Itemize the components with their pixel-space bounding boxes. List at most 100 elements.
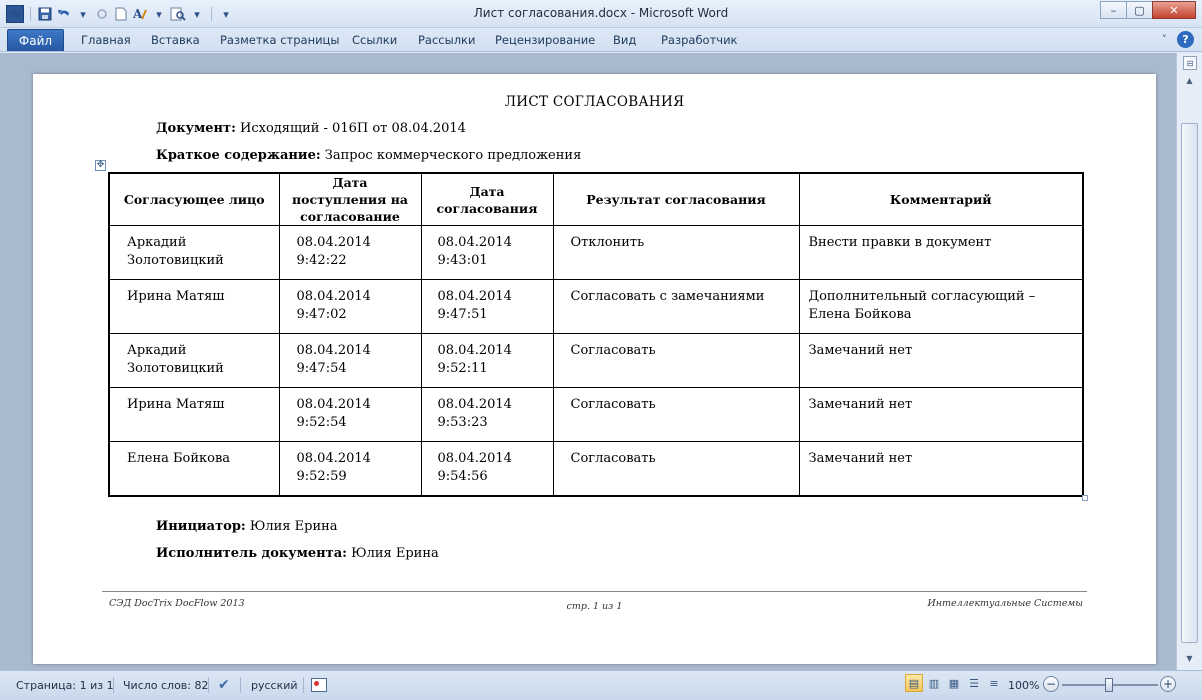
cell-result: Согласовать: [552, 441, 800, 496]
header-received-date: Дата поступления на согласование: [278, 172, 422, 226]
table-row: Аркадий Золотовицкий 08.04.2014 9:42:22 0…: [108, 225, 1084, 280]
cell-received: 08.04.2014 9:47:02: [278, 279, 422, 334]
language[interactable]: русский: [251, 675, 298, 695]
document-line: Документ: Исходящий - 016П от 08.04.2014: [156, 121, 466, 136]
document-value: Исходящий - 016П от 08.04.2014: [235, 121, 466, 136]
title-bar: W ▾ A ▾ ▾ ▾ Лист согласования.docx - Mic…: [0, 0, 1202, 28]
table-row: Ирина Матяш 08.04.2014 9:47:02 08.04.2014…: [108, 279, 1084, 334]
tab-page-layout[interactable]: Разметка страницы: [220, 33, 339, 47]
tab-references[interactable]: Ссылки: [352, 33, 397, 47]
cell-person: Ирина Матяш: [108, 387, 280, 442]
cell-approved: 08.04.2014 9:53:23: [420, 387, 554, 442]
help-area: ˅ ?: [1162, 31, 1194, 48]
vertical-scrollbar[interactable]: ⊟ ▲ ▼: [1176, 53, 1202, 670]
header-approver: Согласующее лицо: [108, 172, 280, 226]
header-approval-date: Дата согласования: [420, 172, 554, 226]
status-bar: Страница: 1 из 1 Число слов: 82 ✔ русски…: [0, 670, 1202, 700]
cell-person: Елена Бойкова: [108, 441, 280, 496]
cell-comment: Дополнительный согласующий – Елена Бойко…: [798, 279, 1084, 334]
cell-received: 08.04.2014 9:52:54: [278, 387, 422, 442]
executor-label: Исполнитель документа:: [156, 546, 347, 561]
maximize-button[interactable]: ▢: [1126, 1, 1152, 19]
status-separator: [208, 677, 209, 693]
window-title: Лист согласования.docx - Microsoft Word: [473, 6, 729, 20]
cell-person: Аркадий Золотовицкий: [108, 225, 280, 280]
document-label: Документ:: [156, 121, 236, 136]
scroll-up-icon[interactable]: ▲: [1182, 73, 1197, 87]
full-screen-reading-icon[interactable]: ▥: [925, 674, 943, 692]
draft-icon[interactable]: ≡: [985, 674, 1003, 692]
cell-received: 08.04.2014 9:42:22: [278, 225, 422, 280]
outline-icon[interactable]: ☰: [965, 674, 983, 692]
zoom-out-button[interactable]: −: [1043, 676, 1059, 692]
tab-view[interactable]: Вид: [613, 33, 636, 47]
header-result: Результат согласования: [552, 172, 800, 226]
initiator-line: Инициатор: Юлия Ерина: [156, 519, 338, 534]
cell-person: Ирина Матяш: [108, 279, 280, 334]
tab-home[interactable]: Главная: [81, 33, 131, 47]
executor-line: Исполнитель документа: Юлия Ерина: [156, 546, 439, 561]
initiator-value: Юлия Ерина: [245, 519, 338, 534]
cell-received: 08.04.2014 9:47:54: [278, 333, 422, 388]
word-count[interactable]: Число слов: 82: [123, 675, 209, 695]
table-resize-handle[interactable]: [1082, 495, 1088, 501]
spellcheck-icon[interactable]: ✔: [218, 675, 230, 695]
minimize-ribbon-icon[interactable]: ˅: [1162, 33, 1168, 46]
header-comment: Комментарий: [798, 172, 1084, 226]
print-layout-icon[interactable]: ▤: [905, 674, 923, 692]
zoom-in-button[interactable]: +: [1160, 676, 1176, 692]
initiator-label: Инициатор:: [156, 519, 246, 534]
zoom-slider-knob[interactable]: [1105, 678, 1113, 692]
cell-result: Согласовать с замечаниями: [552, 279, 800, 334]
minimize-button[interactable]: –: [1100, 1, 1126, 19]
summary-label: Краткое содержание:: [156, 148, 321, 163]
web-layout-icon[interactable]: ▦: [945, 674, 963, 692]
status-separator: [113, 677, 114, 693]
summary-line: Краткое содержание: Запрос коммерческого…: [156, 148, 581, 163]
cell-approved: 08.04.2014 9:52:11: [420, 333, 554, 388]
table-row: Аркадий Золотовицкий 08.04.2014 9:47:54 0…: [108, 333, 1084, 388]
help-icon[interactable]: ?: [1177, 31, 1194, 48]
cell-result: Согласовать: [552, 387, 800, 442]
scroll-thumb[interactable]: [1181, 123, 1198, 643]
tab-insert[interactable]: Вставка: [151, 33, 200, 47]
status-separator: [240, 677, 241, 693]
footer-rule: [102, 591, 1087, 592]
cell-result: Отклонить: [552, 225, 800, 280]
tab-review[interactable]: Рецензирование: [495, 33, 595, 47]
status-separator: [303, 677, 304, 693]
page-count[interactable]: Страница: 1 из 1: [16, 675, 114, 695]
cell-received: 08.04.2014 9:52:59: [278, 441, 422, 496]
summary-value: Запрос коммерческого предложения: [320, 148, 582, 163]
table-row: Елена Бойкова 08.04.2014 9:52:59 08.04.20…: [108, 441, 1084, 496]
tab-mailings[interactable]: Рассылки: [418, 33, 475, 47]
cell-person: Аркадий Золотовицкий: [108, 333, 280, 388]
executor-value: Юлия Ерина: [346, 546, 439, 561]
table-row: Ирина Матяш 08.04.2014 9:52:54 08.04.2014…: [108, 387, 1084, 442]
cell-comment: Замечаний нет: [798, 387, 1084, 442]
tab-file[interactable]: Файл: [7, 29, 64, 51]
zoom-level[interactable]: 100%: [1008, 675, 1039, 695]
cell-approved: 08.04.2014 9:54:56: [420, 441, 554, 496]
table-move-handle-icon[interactable]: ✥: [95, 160, 106, 171]
cell-comment: Замечаний нет: [798, 333, 1084, 388]
window-controls: – ▢ ✕: [1100, 1, 1196, 19]
close-button[interactable]: ✕: [1152, 1, 1196, 19]
approval-table: Согласующее лицо Дата поступления на сог…: [108, 172, 1084, 497]
macro-record-icon[interactable]: [311, 675, 327, 695]
view-buttons: ▤ ▥ ▦ ☰ ≡: [905, 674, 1003, 692]
cell-comment: Внести правки в документ: [798, 225, 1084, 280]
ruler-toggle-icon[interactable]: ⊟: [1183, 56, 1197, 70]
ribbon-tabs: Файл Главная Вставка Разметка страницы С…: [0, 28, 1202, 52]
footer-right: Интеллектуальные Системы: [927, 598, 1083, 609]
cell-result: Согласовать: [552, 333, 800, 388]
cell-comment: Замечаний нет: [798, 441, 1084, 496]
cell-approved: 08.04.2014 9:43:01: [420, 225, 554, 280]
zoom-slider[interactable]: [1062, 678, 1158, 692]
document-title: ЛИСТ СОГЛАСОВАНИЯ: [504, 94, 685, 110]
cell-approved: 08.04.2014 9:47:51: [420, 279, 554, 334]
document-page[interactable]: ЛИСТ СОГЛАСОВАНИЯ Документ: Исходящий - …: [33, 74, 1156, 664]
tab-developer[interactable]: Разработчик: [661, 33, 738, 47]
table-header-row: Согласующее лицо Дата поступления на сог…: [108, 172, 1084, 226]
scroll-down-icon[interactable]: ▼: [1182, 651, 1197, 665]
